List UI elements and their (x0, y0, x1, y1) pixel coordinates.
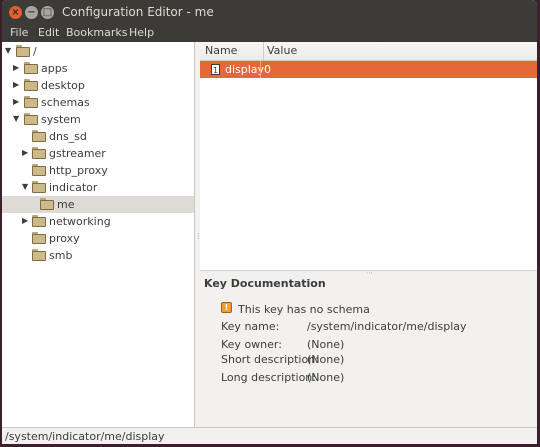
tree-label: indicator (49, 181, 98, 194)
tree-row-gstreamer[interactable]: ▶ gstreamer (2, 145, 194, 162)
tree-label: http_proxy (49, 164, 108, 177)
menu-help[interactable]: Help (129, 26, 154, 39)
config-editor-window: × − □ Configuration Editor - me File Edi… (2, 0, 537, 444)
folder-icon (24, 96, 38, 108)
tree-row-proxy[interactable]: proxy (2, 230, 194, 247)
tree-row-apps[interactable]: ▶ apps (2, 60, 194, 77)
column-header-value[interactable]: Value (264, 42, 537, 61)
tree-row-me[interactable]: me (2, 196, 194, 213)
table-row[interactable]: 1 display 0 (200, 61, 537, 78)
short-description-value: (None) (307, 353, 345, 366)
folder-icon (40, 198, 54, 210)
key-name-cell: display (225, 63, 265, 76)
folder-icon (32, 130, 46, 142)
tree-row-system[interactable]: ▼ system (2, 111, 194, 128)
key-value-cell[interactable]: 0 (264, 63, 271, 76)
collapse-arrow-icon[interactable]: ▼ (5, 46, 14, 55)
folder-icon (32, 249, 46, 261)
tree-row-schemas[interactable]: ▶ schemas (2, 94, 194, 111)
tree-label: dns_sd (49, 130, 87, 143)
expand-arrow-icon[interactable]: ▶ (13, 63, 22, 72)
tree-label: / (33, 45, 37, 58)
tree-label: networking (49, 215, 111, 228)
collapse-arrow-icon[interactable]: ▼ (13, 114, 22, 123)
collapse-arrow-icon[interactable]: ▼ (22, 182, 31, 191)
tree-label: proxy (49, 232, 80, 245)
status-path: /system/indicator/me/display (5, 430, 165, 443)
tree-row-networking[interactable]: ▶ networking (2, 213, 194, 230)
menu-bar: File Edit Bookmarks Help (2, 25, 537, 42)
short-description-label: Short description: (221, 353, 319, 366)
folder-icon (32, 164, 46, 176)
folder-icon (32, 181, 46, 193)
expand-arrow-icon[interactable]: ▶ (13, 97, 22, 106)
no-schema-notice: This key has no schema (238, 303, 370, 316)
key-name-value: /system/indicator/me/display (307, 320, 467, 333)
tree-row-dns-sd[interactable]: dns_sd (2, 128, 194, 145)
key-documentation-title: Key Documentation (204, 277, 326, 290)
key-owner-label: Key owner: (221, 338, 282, 351)
folder-icon (32, 147, 46, 159)
tree-label: smb (49, 249, 73, 262)
expand-arrow-icon[interactable]: ▶ (13, 80, 22, 89)
tree-label: apps (41, 62, 68, 75)
tree-label: desktop (41, 79, 85, 92)
long-description-label: Long description: (221, 371, 316, 384)
tree-row-http-proxy[interactable]: http_proxy (2, 162, 194, 179)
vertical-splitter-handle[interactable]: ⋮ (195, 232, 202, 240)
integer-key-icon: 1 (211, 64, 220, 75)
column-divider (260, 61, 261, 78)
folder-icon (32, 232, 46, 244)
tree-row-indicator[interactable]: ▼ indicator (2, 179, 194, 196)
folder-icon (16, 45, 30, 57)
tree-row-desktop[interactable]: ▶ desktop (2, 77, 194, 94)
keys-table[interactable]: Name Value 1 display 0 (200, 42, 537, 270)
tree-label: gstreamer (49, 147, 106, 160)
warning-icon: ! (221, 302, 232, 313)
window-title: Configuration Editor - me (62, 5, 214, 19)
maximize-window-button[interactable]: □ (41, 6, 54, 19)
horizontal-splitter-handle[interactable]: ⋯ (366, 269, 373, 277)
tree-row-smb[interactable]: smb (2, 247, 194, 264)
long-description-value: (None) (307, 371, 345, 384)
expand-arrow-icon[interactable]: ▶ (22, 216, 31, 225)
tree-row-root[interactable]: ▼ / (2, 43, 194, 60)
title-bar: × − □ Configuration Editor - me (2, 0, 537, 25)
directory-tree[interactable]: ▼ / ▶ apps ▶ desktop ▶ schemas ▼ system … (2, 42, 195, 427)
tree-label: schemas (41, 96, 90, 109)
folder-icon (24, 79, 38, 91)
close-window-button[interactable]: × (9, 6, 22, 19)
folder-icon (24, 62, 38, 74)
folder-icon (32, 215, 46, 227)
menu-file[interactable]: File (10, 26, 28, 39)
folder-icon (24, 113, 38, 125)
key-name-label: Key name: (221, 320, 280, 333)
menu-edit[interactable]: Edit (38, 26, 59, 39)
key-owner-value: (None) (307, 338, 345, 351)
column-header-name[interactable]: Name (200, 42, 264, 61)
tree-label: system (41, 113, 81, 126)
status-bar: /system/indicator/me/display (2, 427, 537, 444)
minimize-window-button[interactable]: − (25, 6, 38, 19)
tree-label: me (57, 198, 75, 211)
expand-arrow-icon[interactable]: ▶ (22, 148, 31, 157)
menu-bookmarks[interactable]: Bookmarks (66, 26, 127, 39)
